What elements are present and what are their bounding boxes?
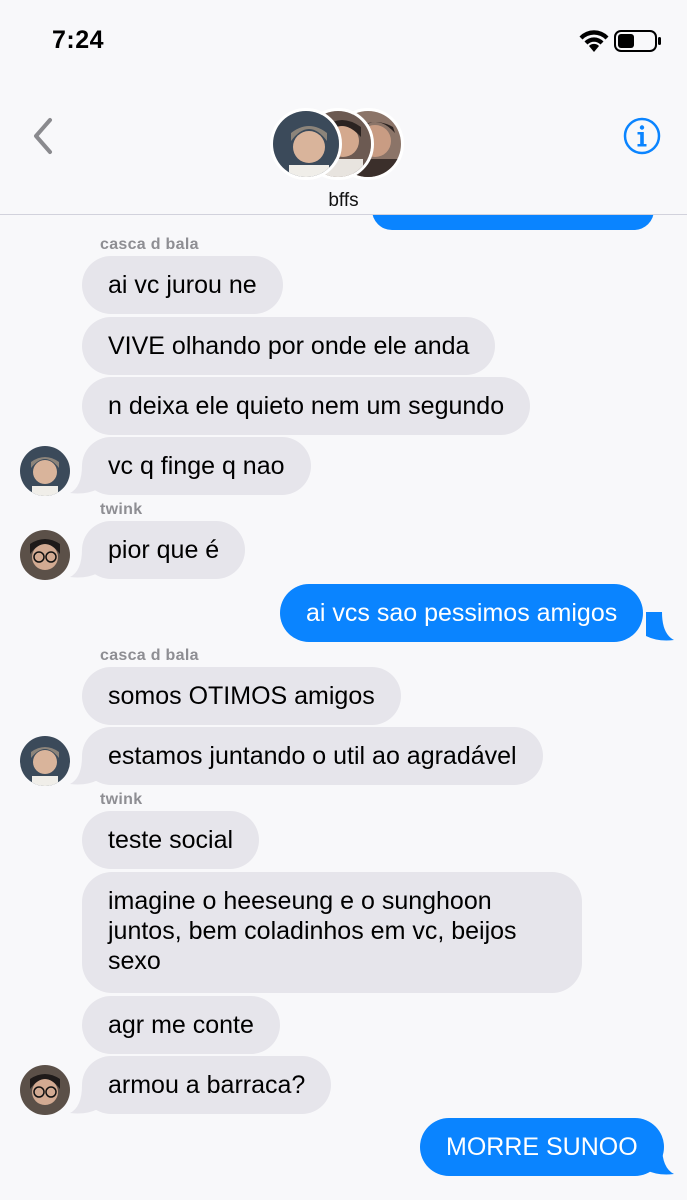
message-bubble[interactable]: agr me conte bbox=[82, 996, 280, 1054]
sender-name: casca d bala bbox=[100, 647, 199, 664]
battery-icon bbox=[614, 30, 661, 52]
message-bubble[interactable]: vc q finge q nao bbox=[82, 437, 311, 495]
info-icon[interactable] bbox=[622, 116, 662, 156]
message-bubble[interactable]: estamos juntando o util ao agradável bbox=[82, 727, 543, 785]
message-bubble[interactable]: teste social bbox=[82, 811, 260, 869]
message-bubble[interactable]: pior que é bbox=[82, 521, 246, 579]
group-avatars[interactable] bbox=[270, 108, 410, 182]
sender-name: twink bbox=[100, 791, 143, 808]
avatar[interactable] bbox=[20, 446, 70, 496]
status-bar: 7:24 bbox=[0, 0, 687, 80]
message-bubble[interactable]: n deixa ele quieto nem um segundo bbox=[82, 377, 531, 435]
message-bubble[interactable]: somos OTIMOS amigos bbox=[82, 667, 401, 725]
avatar[interactable] bbox=[20, 1065, 70, 1115]
avatar[interactable] bbox=[20, 530, 70, 580]
message-bubble[interactable]: VIVE olhando por onde ele anda bbox=[82, 317, 496, 375]
avatar[interactable] bbox=[20, 736, 70, 786]
message-bubble[interactable]: ai vc jurou ne bbox=[82, 256, 283, 314]
wifi-icon bbox=[579, 30, 609, 52]
conversation-header: bffs bbox=[0, 80, 687, 215]
group-name: bffs bbox=[328, 190, 359, 211]
message-bubble[interactable]: armou a barraca? bbox=[82, 1056, 332, 1114]
message-bubble[interactable]: imagine o heeseung e o sunghoon juntos, … bbox=[82, 872, 582, 993]
message-bubble[interactable]: MORRE SUNOO bbox=[420, 1118, 664, 1176]
sender-name: twink bbox=[100, 501, 143, 518]
bubble-tail bbox=[646, 612, 674, 641]
back-chevron-icon[interactable] bbox=[28, 116, 58, 156]
status-time: 7:24 bbox=[52, 26, 105, 54]
group-avatar-1 bbox=[270, 108, 342, 180]
sender-name: casca d bala bbox=[100, 236, 199, 253]
message-bubble[interactable]: ai vcs sao pessimos amigos bbox=[280, 584, 644, 642]
